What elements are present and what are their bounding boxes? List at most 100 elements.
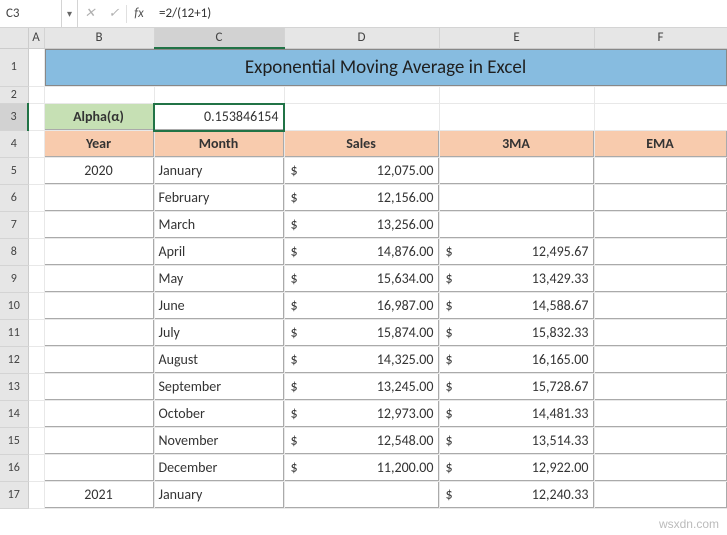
alpha-label[interactable]: Alpha(α) <box>44 103 154 130</box>
header-month[interactable]: Month <box>154 130 284 157</box>
row-header-17[interactable]: 17 <box>0 482 28 509</box>
header-3ma[interactable]: 3MA <box>439 130 594 157</box>
name-box[interactable]: C3 <box>0 0 62 27</box>
cell-3ma[interactable]: $16,165.00 <box>439 346 594 373</box>
cell-ema[interactable] <box>594 238 727 265</box>
cell-year[interactable] <box>44 373 154 400</box>
cell-sales[interactable]: $13,256.00 <box>284 211 439 238</box>
cell-ema[interactable] <box>594 292 727 319</box>
cell-month[interactable]: December <box>154 454 284 481</box>
col-header-D[interactable]: D <box>284 28 439 48</box>
cell-sales[interactable]: $11,200.00 <box>284 454 439 481</box>
cell-ema[interactable] <box>594 427 727 454</box>
row-header-12[interactable]: 12 <box>0 347 28 374</box>
cell-ema[interactable] <box>594 211 727 238</box>
row-header-6[interactable]: 6 <box>0 185 28 212</box>
cell-month[interactable]: April <box>154 238 284 265</box>
cell-year[interactable] <box>44 184 154 211</box>
row-header-8[interactable]: 8 <box>0 239 28 266</box>
cell-3ma[interactable] <box>439 184 594 211</box>
row-header-15[interactable]: 15 <box>0 428 28 455</box>
cell-3ma[interactable]: $15,832.33 <box>439 319 594 346</box>
cell-month[interactable]: July <box>154 319 284 346</box>
cell-ema[interactable] <box>594 184 727 211</box>
cell-year[interactable] <box>44 211 154 238</box>
alpha-value-cell[interactable]: 0.153846154 <box>154 103 284 130</box>
cell-year[interactable]: 2020 <box>44 157 154 184</box>
cell-year[interactable]: 2021 <box>44 481 154 508</box>
row-header-9[interactable]: 9 <box>0 266 28 293</box>
row-header-5[interactable]: 5 <box>0 158 28 185</box>
cell-month[interactable]: February <box>154 184 284 211</box>
col-header-B[interactable]: B <box>44 28 154 48</box>
row-header-3[interactable]: 3 <box>0 104 28 131</box>
cell-ema[interactable] <box>594 373 727 400</box>
row-header-13[interactable]: 13 <box>0 374 28 401</box>
name-box-dropdown-icon[interactable]: ▾ <box>62 0 78 27</box>
header-sales[interactable]: Sales <box>284 130 439 157</box>
cell-sales[interactable]: $12,973.00 <box>284 400 439 427</box>
cell-month[interactable]: August <box>154 346 284 373</box>
cell-month[interactable]: November <box>154 427 284 454</box>
cell-month[interactable]: September <box>154 373 284 400</box>
cell-3ma[interactable]: $14,588.67 <box>439 292 594 319</box>
col-header-F[interactable]: F <box>594 28 727 48</box>
row-header-2[interactable]: 2 <box>0 87 28 104</box>
cell-year[interactable] <box>44 454 154 481</box>
select-all-corner[interactable] <box>0 28 28 48</box>
cell-month[interactable]: June <box>154 292 284 319</box>
cell-ema[interactable] <box>594 265 727 292</box>
cell-sales[interactable]: $12,156.00 <box>284 184 439 211</box>
cell-sales[interactable]: $15,634.00 <box>284 265 439 292</box>
col-header-A[interactable]: A <box>28 28 44 48</box>
cell-month[interactable]: October <box>154 400 284 427</box>
cell-3ma[interactable]: $15,728.67 <box>439 373 594 400</box>
page-title[interactable]: Exponential Moving Average in Excel <box>45 49 727 86</box>
row-header-10[interactable]: 10 <box>0 293 28 320</box>
cell-sales[interactable] <box>284 481 439 508</box>
cell-sales[interactable]: $15,874.00 <box>284 319 439 346</box>
cell-month[interactable]: March <box>154 211 284 238</box>
row-header-16[interactable]: 16 <box>0 455 28 482</box>
header-ema[interactable]: EMA <box>594 130 727 157</box>
cell-year[interactable] <box>44 292 154 319</box>
header-year[interactable]: Year <box>44 130 154 157</box>
cell-3ma[interactable]: $14,481.33 <box>439 400 594 427</box>
cell-ema[interactable] <box>594 481 727 508</box>
cell-year[interactable] <box>44 346 154 373</box>
cell-3ma[interactable]: $12,495.67 <box>439 238 594 265</box>
row-header-1[interactable]: 1 <box>0 48 28 87</box>
cell-year[interactable] <box>44 238 154 265</box>
cell-sales[interactable]: $13,245.00 <box>284 373 439 400</box>
cell-3ma[interactable]: $13,429.33 <box>439 265 594 292</box>
row-header-14[interactable]: 14 <box>0 401 28 428</box>
cell-ema[interactable] <box>594 346 727 373</box>
row-header-4[interactable]: 4 <box>0 131 28 158</box>
cell-ema[interactable] <box>594 400 727 427</box>
col-header-E[interactable]: E <box>439 28 594 48</box>
cell-sales[interactable]: $16,987.00 <box>284 292 439 319</box>
cell-sales[interactable]: $12,075.00 <box>284 157 439 184</box>
cell-3ma[interactable]: $13,514.33 <box>439 427 594 454</box>
cell-ema[interactable] <box>594 454 727 481</box>
cell-year[interactable] <box>44 319 154 346</box>
cell-3ma[interactable]: $12,240.33 <box>439 481 594 508</box>
spreadsheet-grid[interactable]: A B C D E F 1 Exponential Moving Average… <box>0 28 727 509</box>
row-header-7[interactable]: 7 <box>0 212 28 239</box>
cell-ema[interactable] <box>594 319 727 346</box>
cell-sales[interactable]: $14,325.00 <box>284 346 439 373</box>
cell-year[interactable] <box>44 265 154 292</box>
cell-month[interactable]: January <box>154 157 284 184</box>
cell-sales[interactable]: $12,548.00 <box>284 427 439 454</box>
formula-input[interactable]: =2/(12+1) <box>151 6 727 21</box>
cell-year[interactable] <box>44 427 154 454</box>
cell-3ma[interactable]: $12,922.00 <box>439 454 594 481</box>
cell-ema[interactable] <box>594 157 727 184</box>
cell-sales[interactable]: $14,876.00 <box>284 238 439 265</box>
cell-month[interactable]: January <box>154 481 284 508</box>
fx-icon[interactable]: fx <box>127 6 151 21</box>
cell-3ma[interactable] <box>439 211 594 238</box>
col-header-C[interactable]: C <box>154 28 284 48</box>
row-header-11[interactable]: 11 <box>0 320 28 347</box>
cell-month[interactable]: May <box>154 265 284 292</box>
